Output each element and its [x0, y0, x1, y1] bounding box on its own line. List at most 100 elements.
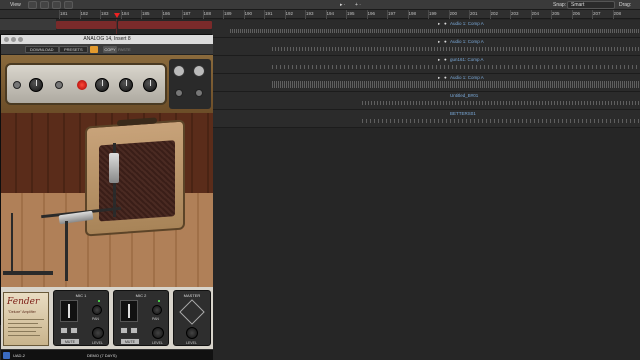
ruler-tick [264, 10, 265, 19]
level-label: LEVEL [152, 341, 163, 345]
region-name[interactable]: gun161: Comp A [450, 57, 484, 62]
phase-led [158, 300, 160, 302]
mic1-phase-button[interactable] [70, 327, 78, 334]
ruler-tick [571, 10, 573, 19]
mic1-pan-knob[interactable] [92, 305, 102, 315]
volume2-knob[interactable] [119, 78, 133, 92]
region-name[interactable]: Audio 1: Comp A [450, 39, 484, 44]
mic1-level-knob[interactable] [92, 327, 104, 339]
mic2-module: MIC 2 PAN MUTE LEVEL [113, 290, 169, 346]
speaker-jack-icon [195, 89, 203, 97]
track-lane[interactable]: ▸ ● Audio 1: Comp A [212, 74, 640, 92]
ruler-tick [141, 10, 142, 19]
track-lane[interactable]: ▸ ● Audio 1: Comp A [212, 20, 640, 38]
waveform [230, 29, 640, 33]
volume-knob[interactable] [29, 78, 43, 92]
mic1-selector[interactable] [60, 300, 78, 322]
bright-knob[interactable] [143, 78, 157, 92]
mic2-pan-knob[interactable] [152, 305, 162, 315]
catch-icon[interactable] [52, 1, 61, 9]
timeline-ruler[interactable]: 181 182 183 184 185 186 187 188 189 190 191 192 193 1… [0, 10, 640, 19]
view-menu[interactable]: View [10, 2, 21, 8]
play-icon[interactable]: ▸ [438, 57, 440, 63]
playhead-marker[interactable] [114, 13, 120, 18]
mic1-solo-button[interactable] [60, 327, 68, 334]
plugin-titlebar[interactable]: ANALOG 14, Insert 8 [1, 35, 213, 44]
record-icon[interactable]: ● [444, 21, 447, 26]
pointer-tool-icon[interactable]: ▸ · [340, 2, 346, 8]
ruler-number: 197 [388, 11, 396, 16]
ruler-number: 206 [572, 11, 581, 16]
pan-label: PAN [152, 317, 159, 321]
waveform [272, 47, 640, 51]
ruler-tick [305, 10, 306, 19]
track-lane[interactable]: Untitled_B#01 [212, 92, 640, 110]
mic2-mute-button[interactable]: MUTE [120, 338, 140, 345]
region-name[interactable]: Audio 1: Comp A [450, 75, 484, 80]
track-lane[interactable]: ▸ ● gun161: Comp A [212, 56, 640, 74]
minimize-icon[interactable] [11, 37, 16, 42]
link-icon[interactable] [64, 1, 73, 9]
plugin-window: ANALOG 14, Insert 8 DOWNLOAD PRESETS COP… [0, 34, 213, 360]
mic1-module: MIC 1 PAN MUTE LEVEL [53, 290, 109, 346]
mic2-solo-button[interactable] [120, 327, 128, 334]
pencil-tool-icon[interactable]: + · [355, 2, 361, 8]
chevron-down-icon[interactable] [28, 1, 37, 9]
region-name[interactable]: BETTERS01 [450, 111, 476, 116]
ruler-number: 181 [60, 11, 68, 16]
output-knob[interactable] [193, 65, 205, 77]
play-icon[interactable]: ▸ [438, 39, 440, 45]
ruler-number: 199 [429, 11, 437, 16]
mic2-selector[interactable] [120, 300, 138, 322]
snap-select[interactable]: Smart [567, 1, 615, 9]
record-icon[interactable]: ● [444, 57, 447, 62]
region-name[interactable]: Untitled_B#01 [450, 93, 478, 98]
ruler-tick [120, 10, 122, 19]
play-icon[interactable]: ▸ [438, 21, 440, 27]
record-icon[interactable]: ● [444, 75, 447, 80]
ruler-number: 202 [490, 11, 499, 16]
ruler-tick [469, 10, 470, 19]
pilot-light-icon [77, 80, 87, 90]
ruler-number: 196 [367, 11, 376, 16]
ruler-tick [366, 10, 368, 19]
mic-stand [11, 213, 13, 273]
mic-stand-base [3, 271, 53, 275]
amp-control-panel [1, 55, 213, 113]
ruler-tick [387, 10, 388, 19]
edit-tool-icon[interactable] [40, 1, 49, 9]
master-level-knob[interactable] [186, 327, 198, 339]
ruler-tick [592, 10, 593, 19]
ruler-number: 182 [80, 11, 89, 16]
audio-region[interactable] [56, 21, 116, 29]
region-name[interactable]: Audio 1: Comp A [450, 21, 484, 26]
uad-logo-icon [3, 352, 10, 359]
amp-cabinet-image [85, 117, 185, 237]
mic2-phase-button[interactable] [130, 327, 138, 334]
input-jack-icon [13, 81, 21, 89]
mic2-level-knob[interactable] [152, 327, 164, 339]
paste-button[interactable]: PASTE [118, 46, 131, 53]
snap-label: Snap: [553, 2, 567, 8]
zoom-icon[interactable] [18, 37, 23, 42]
preset-load-button[interactable]: DOWNLOAD [25, 46, 59, 53]
presets-button[interactable]: PRESETS [59, 46, 88, 53]
track-lane[interactable]: BETTERS01 [212, 110, 640, 128]
record-icon[interactable]: ● [444, 39, 447, 44]
studio-scene-image [1, 113, 213, 287]
ruler-number: 201 [470, 11, 478, 16]
mic1-mute-button[interactable]: MUTE [60, 338, 80, 345]
play-icon[interactable]: ▸ [438, 75, 440, 81]
demo-status[interactable]: DEMO (7 DAYS) [87, 353, 117, 358]
ruler-number: 185 [142, 11, 150, 16]
mic-1-image[interactable] [109, 153, 119, 183]
tone-knob[interactable] [95, 78, 109, 92]
drag-label: Drag: [619, 2, 632, 8]
copy-button[interactable]: COPY [103, 46, 117, 53]
audio-region[interactable] [118, 21, 212, 29]
power-icon[interactable] [90, 46, 98, 53]
ruler-tick [182, 10, 183, 19]
track-lane[interactable]: ▸ ● Audio 1: Comp A [212, 38, 640, 56]
output-knob[interactable] [173, 65, 185, 77]
close-icon[interactable] [4, 37, 9, 42]
